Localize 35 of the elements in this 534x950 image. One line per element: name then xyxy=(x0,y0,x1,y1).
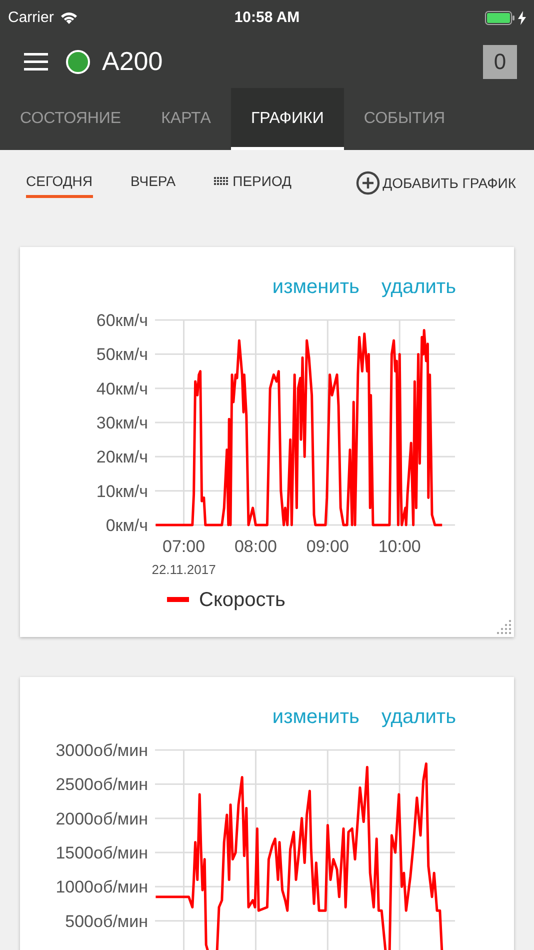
y-axis-label: 10км/ч xyxy=(96,482,148,501)
edit-link[interactable]: изменить xyxy=(272,705,360,733)
y-axis-label: 60км/ч xyxy=(96,311,148,330)
date-filter[interactable]: ПЕРИОД xyxy=(214,167,292,198)
tab[interactable]: КАРТА xyxy=(141,88,231,150)
carrier-label: Carrier xyxy=(8,9,54,26)
tab[interactable]: ГРАФИКИ xyxy=(230,88,344,150)
y-axis-label: 3000об/мин xyxy=(56,741,148,760)
tab[interactable]: СОБЫТИЯ xyxy=(344,88,465,150)
clock-time: 10:58 AM xyxy=(234,9,300,26)
y-axis-label: 2500об/мин xyxy=(56,775,148,794)
y-axis-label: 40км/ч xyxy=(96,379,148,398)
counter-badge[interactable]: 0 xyxy=(483,44,517,78)
y-axis-label: 20км/ч xyxy=(96,448,148,467)
y-axis-label: 0км/ч xyxy=(106,516,148,535)
y-axis-label: 1000об/мин xyxy=(56,878,148,897)
add-chart-button[interactable]: ДОБАВИТЬ ГРАФИК xyxy=(356,170,516,194)
tab[interactable]: СОСТОЯНИЕ xyxy=(0,88,142,150)
y-axis-label: 500об/мин xyxy=(65,912,148,931)
y-axis-label: 50км/ч xyxy=(96,345,148,364)
date-filter[interactable]: ВЧЕРА xyxy=(130,167,176,198)
x-axis-label: 08:00 xyxy=(234,537,277,556)
x-axis-label: 09:00 xyxy=(306,537,349,556)
x-axis-label: 07:00 xyxy=(162,537,206,556)
date-filter[interactable]: СЕГОДНЯ xyxy=(26,167,93,198)
y-axis-label: 2000об/мин xyxy=(56,809,148,828)
y-axis-label: 1500об/мин xyxy=(56,844,148,862)
delete-link[interactable]: удалить xyxy=(381,705,456,733)
y-axis-label: 30км/ч xyxy=(96,414,148,432)
legend-label: Скорость xyxy=(199,589,286,611)
edit-link[interactable]: изменить xyxy=(272,275,360,303)
date-label: 22.11.2017 xyxy=(152,562,216,577)
delete-link[interactable]: удалить xyxy=(381,275,456,303)
vehicle-name: A200 xyxy=(102,46,163,77)
x-axis-label: 10:00 xyxy=(378,537,421,556)
